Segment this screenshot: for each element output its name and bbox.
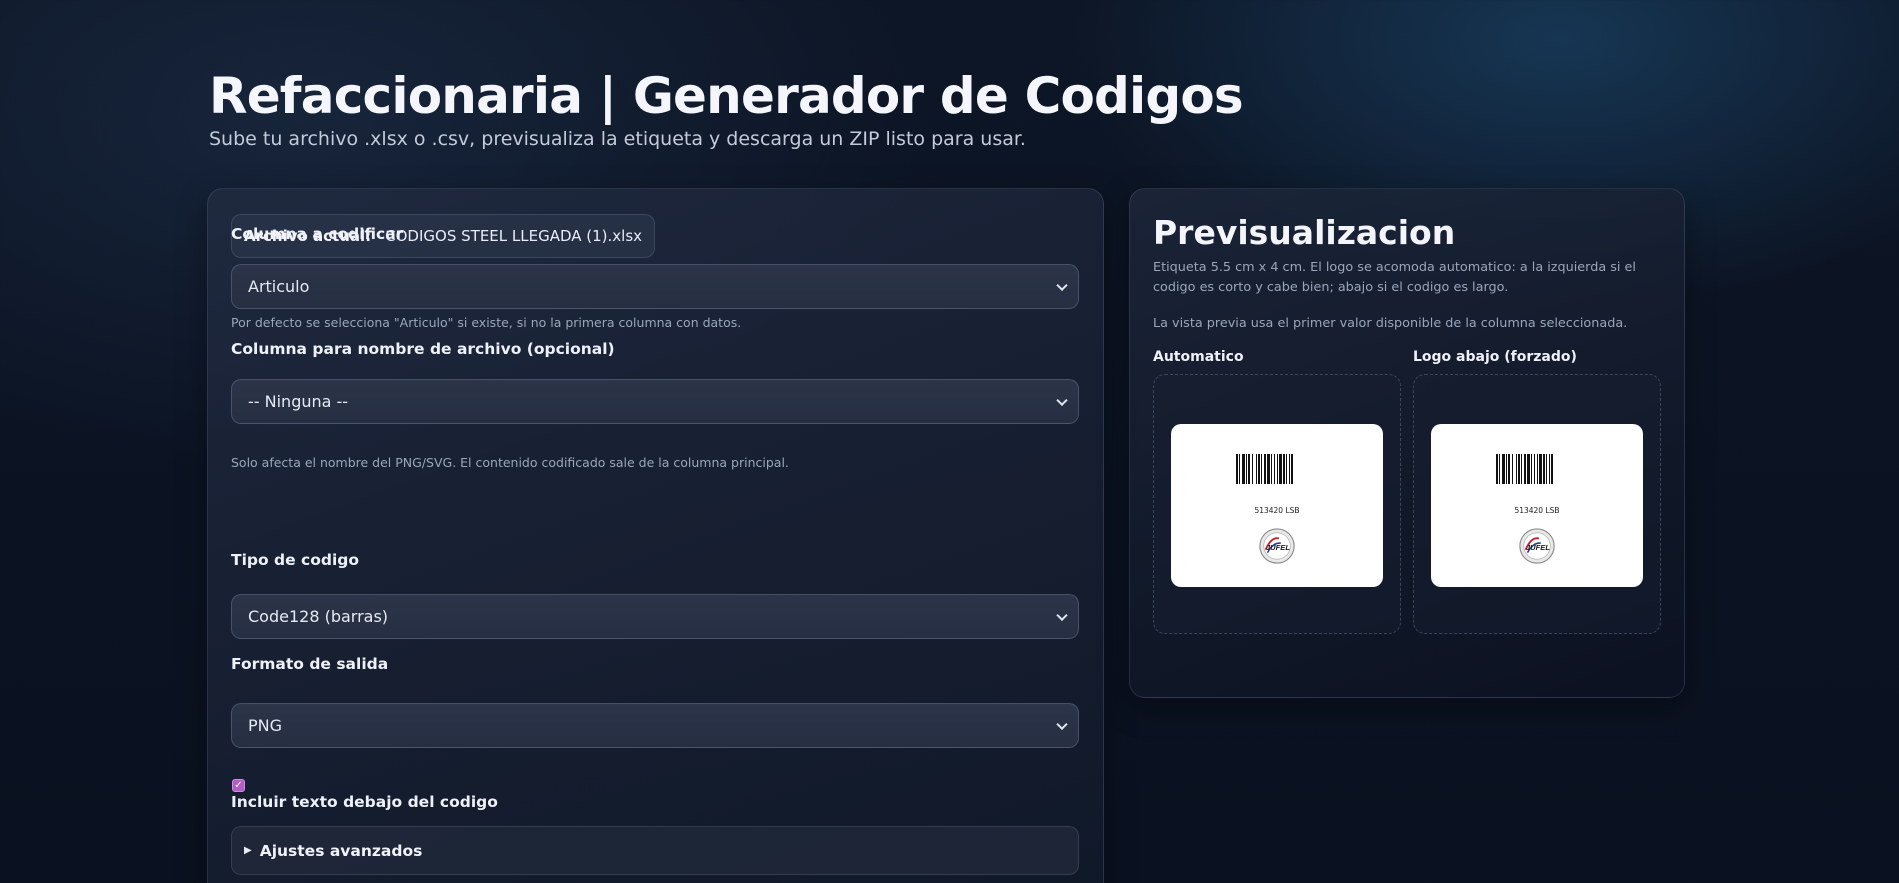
code-type-label: Tipo de codigo [231,551,360,569]
barcode-graphic [1236,454,1318,484]
preview-title: Previsualizacion [1153,213,1456,252]
label-preview: 513420 LSB JUFEL [1431,424,1643,587]
current-file-name: CODIGOS STEEL LLEGADA (1).xlsx [385,227,643,245]
chevron-down-icon [1056,394,1068,406]
column-label-text: Columna a codificar [231,225,404,243]
code-type-select[interactable]: Code128 (barras) [231,594,1079,639]
barcode-text: 513420 LSB [1514,506,1560,515]
column-select-value: Articulo [248,277,310,296]
include-text-label: Incluir texto debajo del codigo [231,793,498,811]
logo-text: JUFEL [1266,543,1290,552]
jufel-logo: JUFEL [1519,528,1555,564]
column-hint: Por defecto se selecciona "Articulo" si … [231,315,742,330]
barcode-bar [1293,454,1296,484]
barcode-bar [1553,454,1556,484]
barcode-text: 513420 LSB [1254,506,1300,515]
column-label: Columna a codificar [231,225,403,243]
preview-auto-label: Automatico [1153,349,1244,365]
jufel-logo: JUFEL [1259,528,1295,564]
column-select[interactable]: Articulo [231,264,1079,309]
output-format-label: Formato de salida [231,655,389,673]
preview-forced-label: Logo abajo (forzado) [1413,349,1577,365]
advanced-settings-toggle[interactable]: ▶ Ajustes avanzados [231,826,1079,875]
label-preview: 513420 LSB JUFEL [1171,424,1383,587]
code-type-select-value: Code128 (barras) [248,607,389,626]
filename-column-hint: Solo afecta el nombre del PNG/SVG. El co… [231,455,789,470]
chevron-down-icon [1056,279,1068,291]
filename-column-select-value: -- Ninguna -- [248,392,349,411]
preview-card: Previsualizacion Etiqueta 5.5 cm x 4 cm.… [1129,188,1685,698]
page-subtitle: Sube tu archivo .xlsx o .csv, previsuali… [209,128,1026,150]
page-title: Refaccionaria | Generador de Codigos [209,67,1244,125]
generator-form-card: Archivo actual: CODIGOS STEEL LLEGADA (1… [207,188,1104,883]
barcode-graphic [1496,454,1578,484]
page-header: Refaccionaria | Generador de Codigos Sub… [209,66,1244,150]
chevron-down-icon [1056,609,1068,621]
filename-column-label: Columna para nombre de archivo (opcional… [231,340,615,358]
include-text-checkbox[interactable]: ✓ [232,779,245,792]
logo-text: JUFEL [1526,543,1550,552]
chevron-down-icon [1056,718,1068,730]
advanced-settings-label: Ajustes avanzados [259,841,423,860]
output-format-select[interactable]: PNG [231,703,1079,748]
filename-column-select[interactable]: -- Ninguna -- [231,379,1079,424]
preview-note: La vista previa usa el primer valor disp… [1153,316,1628,331]
triangle-right-icon: ▶ [244,845,252,856]
preview-auto-box: 513420 LSB JUFEL [1153,374,1401,634]
preview-description: Etiqueta 5.5 cm x 4 cm. El logo se acomo… [1153,260,1636,295]
check-icon: ✓ [234,779,243,791]
preview-forced-box: 513420 LSB JUFEL [1413,374,1661,634]
output-format-select-value: PNG [248,716,283,735]
